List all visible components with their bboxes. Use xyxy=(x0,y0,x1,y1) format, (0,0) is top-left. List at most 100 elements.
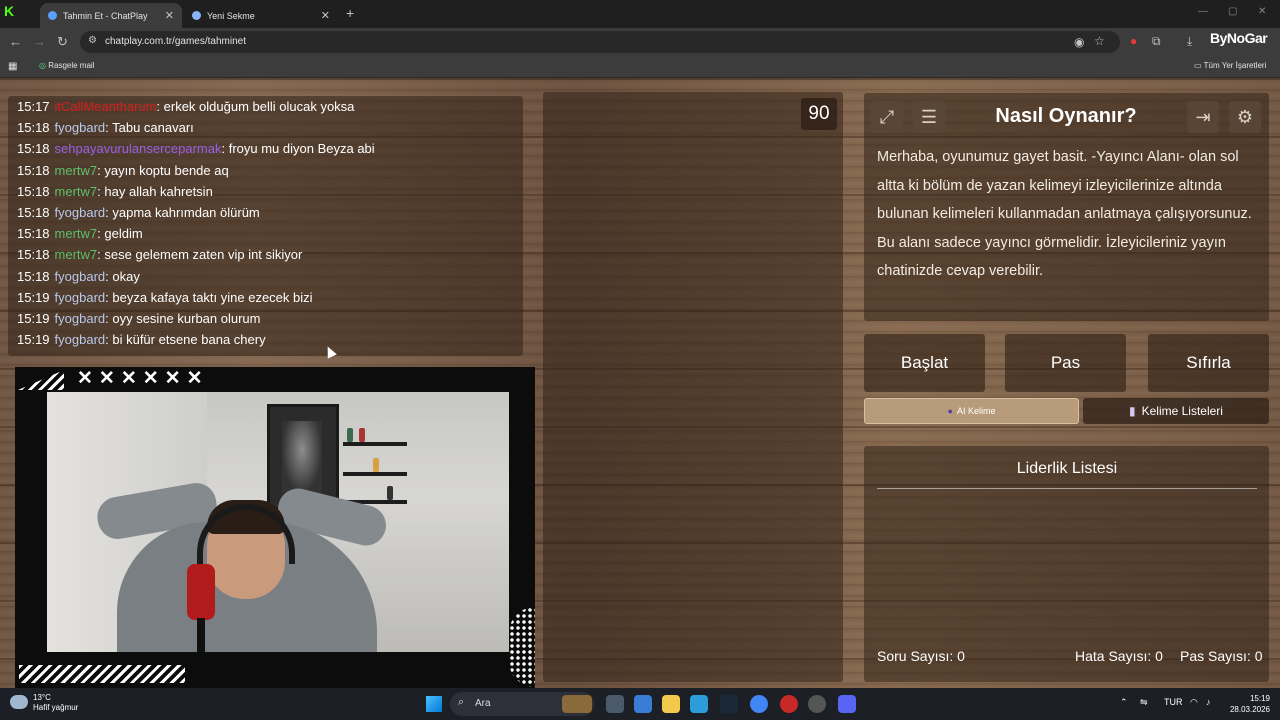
eye-off-icon[interactable]: ◉ xyxy=(1074,35,1084,49)
minimize-icon[interactable]: — xyxy=(1198,6,1208,17)
temperature: 13°C xyxy=(33,693,51,702)
chat-text: : beyza kafaya taktı yine ezecek bizi xyxy=(105,289,313,305)
bookmark-label: Tüm Yer İşaretleri xyxy=(1203,61,1267,70)
logout-icon[interactable]: ⇥ xyxy=(1187,101,1219,133)
chat-message: 15:18 fyogbard: yapma kahrımdan ölürüm xyxy=(17,205,260,220)
chat-username[interactable]: fyogbard xyxy=(55,332,106,347)
tab-new[interactable]: Yeni Sekme ✕ xyxy=(184,3,338,28)
maximize-icon[interactable]: ▢ xyxy=(1228,6,1237,17)
kick-extension-icon[interactable]: K xyxy=(4,3,34,23)
chat-time: 15:18 xyxy=(17,183,50,199)
chat-message: 15:19 fyogbard: beyza kafaya taktı yine e… xyxy=(17,290,313,305)
opera-icon[interactable] xyxy=(780,695,798,713)
folder-icon: ▭ xyxy=(1194,61,1202,70)
chat-message: 15:19 fyogbard: bi küfür etsene bana cher… xyxy=(17,332,266,347)
wifi-icon[interactable]: ◠ xyxy=(1190,697,1198,708)
file-explorer-icon[interactable] xyxy=(662,695,680,713)
error-count: Hata Sayısı: 0 xyxy=(1075,648,1163,664)
settings-gear-icon[interactable]: ⚙ xyxy=(1229,101,1261,133)
chat-message: 15:18 mertw7: yayın koptu bende aq xyxy=(17,163,229,178)
download-icon[interactable]: ⤓ xyxy=(1187,34,1192,49)
chat-username[interactable]: mertw7 xyxy=(55,163,98,178)
store-icon[interactable] xyxy=(690,695,708,713)
chatplay-favicon-icon xyxy=(48,11,57,20)
steam-icon[interactable] xyxy=(720,695,738,713)
network-icon[interactable]: ⇋ xyxy=(1140,697,1148,708)
chat-username[interactable]: sehpayavurulanserceparmak xyxy=(55,141,222,156)
tab-close-icon[interactable]: ✕ xyxy=(321,9,330,22)
bottle xyxy=(387,486,393,500)
all-bookmarks[interactable]: ▭ Tüm Yer İşaretleri xyxy=(1194,61,1266,70)
start-button[interactable]: Başlat xyxy=(864,334,985,392)
tab-ai-word[interactable]: ● AI Kelime xyxy=(864,398,1079,424)
bookmark-rasgele-mail[interactable]: ◎ Rasgele mail xyxy=(39,61,94,70)
pass-count: Pas Sayısı: 0 xyxy=(1180,648,1263,664)
chat-username[interactable]: mertw7 xyxy=(55,184,98,199)
chat-text: : erkek olduğum belli olucak yoksa xyxy=(156,99,355,114)
overlay-x-marks: ✕✕✕✕✕✕ xyxy=(77,368,209,389)
task-view-icon[interactable] xyxy=(606,695,624,713)
chat-message: 15:18 mertw7: hay allah kahretsin xyxy=(17,184,213,199)
extension-icon[interactable]: ● xyxy=(1130,34,1137,48)
chat-username[interactable]: fyogbard xyxy=(55,205,106,220)
apps-grid-icon[interactable]: ▦ xyxy=(8,61,17,72)
tab-label: Kelime Listeleri xyxy=(1141,404,1223,418)
bookmark-star-icon[interactable]: ☆ xyxy=(1094,34,1105,48)
tray-chevron-icon[interactable]: ⌃ xyxy=(1120,697,1128,708)
forward-icon[interactable]: → xyxy=(33,34,46,49)
bookmarks-bar: ▦ ◎ Rasgele mail ▭ Tüm Yer İşaretleri xyxy=(0,56,1280,78)
new-tab-icon[interactable]: + xyxy=(346,5,354,21)
chat-text: : sese gelemem zaten vip int sikiyor xyxy=(97,247,303,263)
url-text[interactable]: chatplay.com.tr/games/tahminet xyxy=(105,36,246,47)
chat-message: 15:17 itCallMeantharum: erkek olduğum bel… xyxy=(17,99,354,114)
chrome-icon[interactable] xyxy=(750,695,768,713)
address-bar[interactable]: ⚙ chatplay.com.tr/games/tahminet ◉ ☆ xyxy=(80,31,1120,53)
extensions-puzzle-icon[interactable]: ⧉ xyxy=(1152,34,1161,49)
brand-main: ByNo xyxy=(1210,30,1245,46)
chat-username[interactable]: mertw7 xyxy=(55,247,98,262)
windows-start-icon[interactable] xyxy=(426,696,442,712)
chat-username[interactable]: fyogbard xyxy=(55,290,106,305)
reset-button[interactable]: Sıfırla xyxy=(1148,334,1269,392)
chat-text: : geldim xyxy=(97,226,143,242)
news-widget-icon[interactable] xyxy=(562,695,592,713)
back-icon[interactable]: ← xyxy=(9,34,22,49)
close-window-icon[interactable]: ✕ xyxy=(1258,6,1266,17)
cloud-rain-icon xyxy=(10,695,28,709)
chat-username[interactable]: fyogbard xyxy=(55,120,106,135)
chat-time: 15:18 xyxy=(17,226,50,242)
chat-username[interactable]: itCallMeantharum xyxy=(55,99,157,114)
chat-username[interactable]: fyogbard xyxy=(55,311,106,326)
chat-message: 15:18 mertw7: sese gelemem zaten vip int … xyxy=(17,247,302,262)
document-icon[interactable]: ☰ xyxy=(913,101,945,133)
clock[interactable]: 15:19 28.03.2026 xyxy=(1226,693,1270,715)
site-info-icon[interactable]: ⚙ xyxy=(88,35,97,46)
copilot-icon[interactable] xyxy=(634,695,652,713)
volume-icon[interactable]: ♪ xyxy=(1206,697,1211,707)
tab-close-icon[interactable]: ✕ xyxy=(165,9,174,22)
language-indicator[interactable]: TUR xyxy=(1164,697,1183,707)
chat-username[interactable]: fyogbard xyxy=(55,269,106,284)
microphone xyxy=(187,564,215,620)
chat-time: 15:19 xyxy=(17,311,50,326)
chat-time: 15:18 xyxy=(17,120,50,136)
bookmark-label: Rasgele mail xyxy=(48,61,95,70)
question-count: Soru Sayısı: 0 xyxy=(877,648,965,664)
chat-message: 15:18 fyogbard: okay xyxy=(17,269,140,284)
chat-time: 15:18 xyxy=(17,268,50,284)
fullscreen-icon[interactable]: ⤢ xyxy=(871,101,903,133)
tab-word-lists[interactable]: ▮ Kelime Listeleri xyxy=(1083,398,1269,424)
search-icon: ⌕ xyxy=(458,696,465,708)
reload-icon[interactable]: ↻ xyxy=(57,34,68,50)
discord-icon[interactable] xyxy=(838,695,856,713)
tab-chatplay[interactable]: Tahmin Et - ChatPlay ✕ xyxy=(40,3,182,28)
chat-username[interactable]: mertw7 xyxy=(55,226,98,241)
howto-text: Merhaba, oyunumuz gayet basit. -Yayıncı … xyxy=(877,149,1252,280)
pass-button[interactable]: Pas xyxy=(1005,334,1126,392)
brand-tail: Gar xyxy=(1244,30,1268,46)
profile-brand[interactable]: ByNoGar xyxy=(1210,30,1268,46)
robot-icon: ● xyxy=(947,406,953,416)
shelf xyxy=(343,472,407,476)
list-icon: ▮ xyxy=(1129,404,1136,418)
app-icon[interactable] xyxy=(808,695,826,713)
